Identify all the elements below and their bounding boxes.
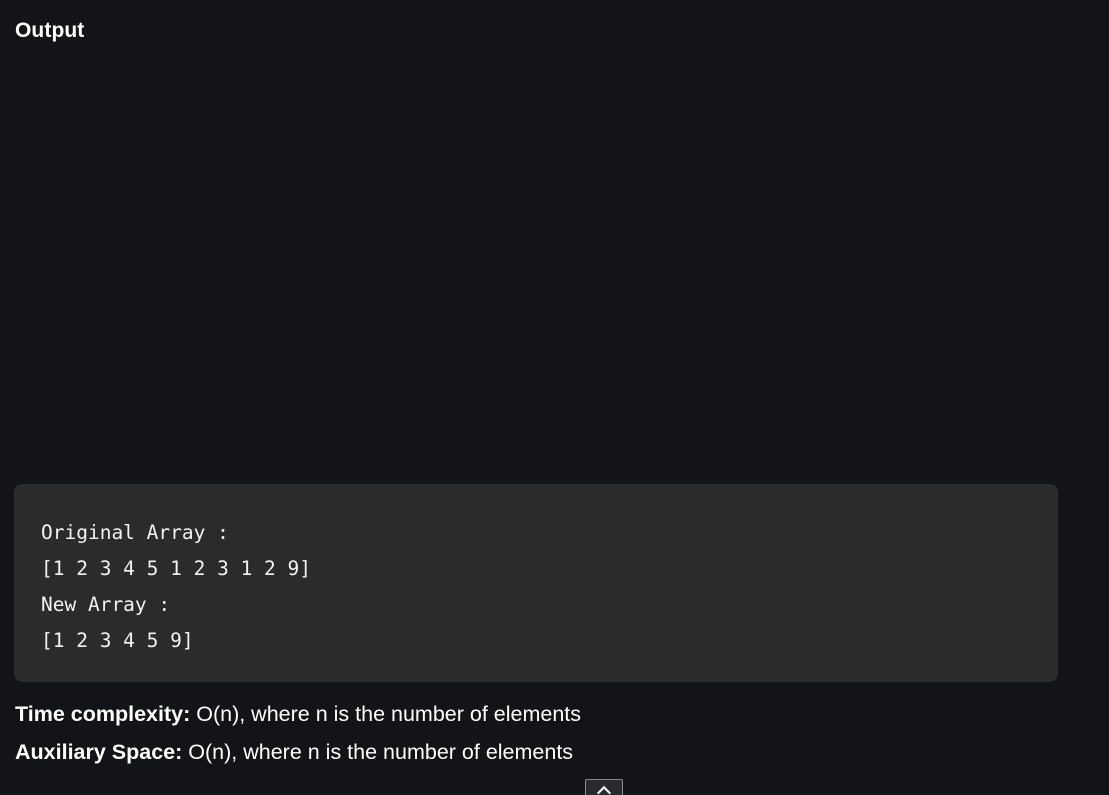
- time-complexity-label: Time complexity:: [15, 702, 191, 726]
- auxiliary-space-text: Auxiliary Space: O(n), where n is the nu…: [15, 740, 573, 765]
- output-block: Original Array : [1 2 3 4 5 1 2 3 1 2 9]…: [14, 484, 1058, 682]
- output-line: [1 2 3 4 5 1 2 3 1 2 9]: [41, 557, 312, 580]
- output-line: [1 2 3 4 5 9]: [41, 629, 194, 652]
- output-line: Original Array :: [41, 521, 229, 544]
- time-complexity-text: Time complexity: O(n), where n is the nu…: [15, 702, 581, 727]
- output-heading: Output: [15, 19, 85, 42]
- chevron-up-icon: [596, 785, 612, 795]
- time-complexity-value: O(n), where n is the number of elements: [190, 702, 582, 726]
- output-line: New Array :: [41, 593, 171, 616]
- auxiliary-space-label: Auxiliary Space:: [15, 740, 183, 764]
- article-page: Output Original Array : [1 2 3 4 5 1 2 3…: [0, 0, 1109, 795]
- scroll-to-top-button[interactable]: [585, 779, 623, 795]
- auxiliary-space-value: O(n), where n is the number of elements: [182, 740, 574, 764]
